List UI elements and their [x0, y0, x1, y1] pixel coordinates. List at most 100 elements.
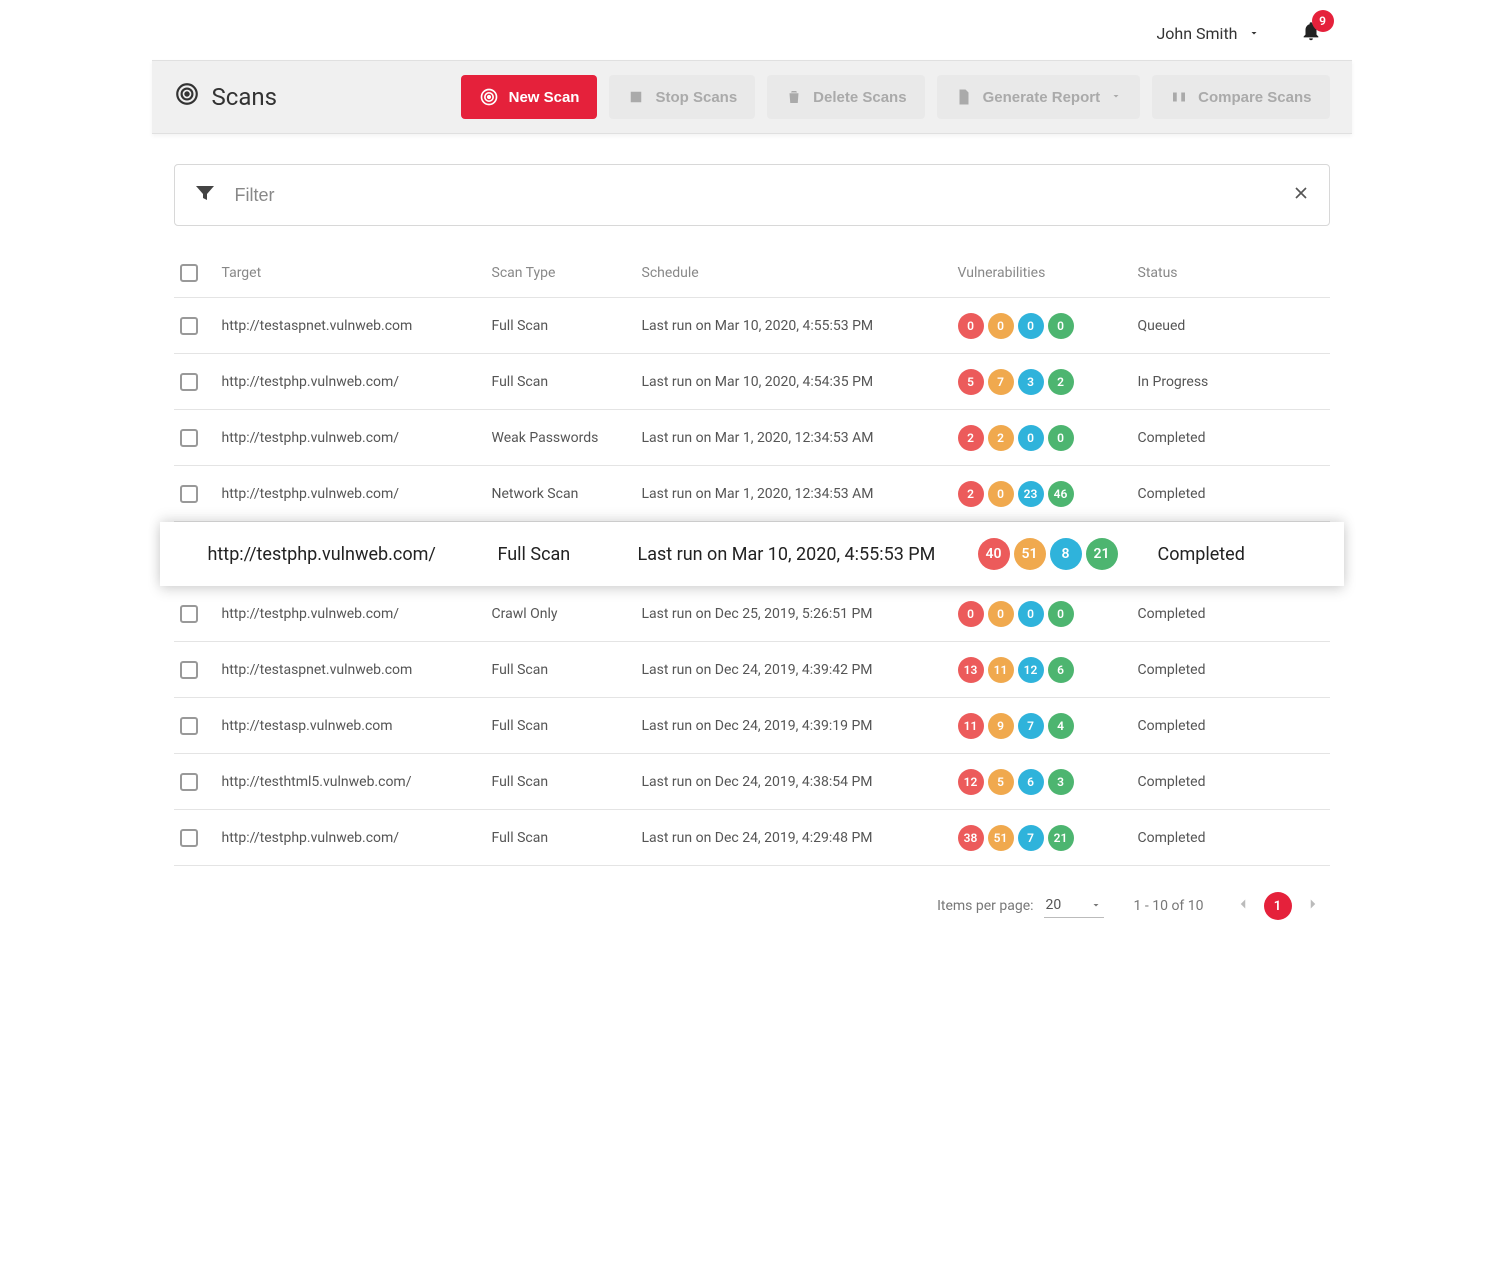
vulnerability-badges: 5732 [958, 369, 1138, 395]
close-icon[interactable] [1291, 183, 1311, 207]
row-checkbox[interactable] [180, 317, 198, 335]
scan-type: Full Scan [492, 830, 642, 846]
scan-target: http://testphp.vulnweb.com/ [222, 830, 492, 846]
vulnerability-badges: 0000 [958, 601, 1138, 627]
scan-type: Full Scan [492, 318, 642, 334]
scan-status: Completed [1138, 774, 1330, 790]
vuln-info-badge: 0 [1048, 425, 1074, 451]
scan-target: http://testphp.vulnweb.com/ [222, 486, 492, 502]
scan-target: http://testasp.vulnweb.com [222, 718, 492, 734]
items-per-page-select[interactable]: 20 [1044, 895, 1104, 918]
scan-schedule: Last run on Dec 24, 2019, 4:39:42 PM [642, 662, 958, 678]
vuln-medium-badge: 11 [988, 657, 1014, 683]
table-row[interactable]: http://testaspnet.vulnweb.comFull ScanLa… [174, 642, 1330, 698]
scan-status: Completed [1138, 830, 1330, 846]
table-row[interactable]: http://testphp.vulnweb.com/Crawl OnlyLas… [174, 586, 1330, 642]
row-checkbox[interactable] [180, 429, 198, 447]
vuln-low-badge: 0 [1018, 425, 1044, 451]
vuln-low-badge: 0 [1018, 601, 1044, 627]
vuln-high-badge: 5 [958, 369, 984, 395]
scan-type: Weak Passwords [492, 430, 642, 446]
vuln-low-badge: 12 [1018, 657, 1044, 683]
vuln-medium-badge: 51 [988, 825, 1014, 851]
delete-scans-button[interactable]: Delete Scans [767, 75, 924, 119]
scan-schedule: Last run on Dec 24, 2019, 4:38:54 PM [642, 774, 958, 790]
vuln-low-badge: 23 [1018, 481, 1044, 507]
vuln-info-badge: 4 [1048, 713, 1074, 739]
row-checkbox[interactable] [180, 717, 198, 735]
table-row[interactable]: http://testasp.vulnweb.comFull ScanLast … [174, 698, 1330, 754]
next-page-button[interactable] [1304, 895, 1322, 917]
prev-page-button[interactable] [1234, 895, 1252, 917]
table-row[interactable]: http://testaspnet.vulnweb.comFull ScanLa… [174, 298, 1330, 354]
compare-icon [1170, 88, 1188, 106]
vuln-high-badge: 11 [958, 713, 984, 739]
scan-target: http://testhtml5.vulnweb.com/ [222, 774, 492, 790]
vuln-low-badge: 3 [1018, 369, 1044, 395]
scan-target: http://testphp.vulnweb.com/ [208, 544, 498, 565]
scan-schedule: Last run on Mar 10, 2020, 4:55:53 PM [642, 318, 958, 334]
vuln-info-badge: 3 [1048, 769, 1074, 795]
vuln-info-badge: 2 [1048, 369, 1074, 395]
compare-scans-button[interactable]: Compare Scans [1152, 75, 1329, 119]
vuln-low-badge: 6 [1018, 769, 1044, 795]
scan-status: Queued [1138, 318, 1330, 334]
vuln-high-badge: 0 [958, 313, 984, 339]
vulnerability-badges: 0000 [958, 313, 1138, 339]
scan-type: Full Scan [492, 662, 642, 678]
scan-schedule: Last run on Mar 1, 2020, 12:34:53 AM [642, 486, 958, 502]
table-row[interactable]: http://testphp.vulnweb.com/Network ScanL… [174, 466, 1330, 522]
document-icon [955, 88, 973, 106]
vuln-info-badge: 6 [1048, 657, 1074, 683]
stop-icon [627, 88, 645, 106]
vuln-high-badge: 38 [958, 825, 984, 851]
column-status[interactable]: Status [1138, 265, 1330, 281]
row-checkbox[interactable] [180, 773, 198, 791]
vulnerability-badges: 1311126 [958, 657, 1138, 683]
vuln-high-badge: 40 [978, 538, 1010, 570]
row-checkbox[interactable] [180, 605, 198, 623]
column-target[interactable]: Target [222, 265, 492, 281]
column-scan-type[interactable]: Scan Type [492, 265, 642, 281]
notifications-button[interactable]: 9 [1300, 20, 1322, 46]
vuln-high-badge: 0 [958, 601, 984, 627]
scan-status: Completed [1138, 718, 1330, 734]
row-checkbox[interactable] [180, 485, 198, 503]
current-page[interactable]: 1 [1264, 892, 1292, 920]
vuln-low-badge: 7 [1018, 713, 1044, 739]
column-vulnerabilities[interactable]: Vulnerabilities [958, 265, 1138, 281]
stop-scans-button[interactable]: Stop Scans [609, 75, 755, 119]
table-row[interactable]: http://testphp.vulnweb.com/Full ScanLast… [174, 810, 1330, 866]
scan-schedule: Last run on Dec 24, 2019, 4:29:48 PM [642, 830, 958, 846]
row-checkbox[interactable] [180, 829, 198, 847]
table-row[interactable]: http://testhtml5.vulnweb.com/Full ScanLa… [174, 754, 1330, 810]
trash-icon [785, 88, 803, 106]
vuln-medium-badge: 51 [1014, 538, 1046, 570]
table-row[interactable]: http://testphp.vulnweb.com/Weak Password… [174, 410, 1330, 466]
select-all-checkbox[interactable] [180, 264, 198, 282]
row-checkbox[interactable] [180, 373, 198, 391]
column-schedule[interactable]: Schedule [642, 265, 958, 281]
scan-target: http://testaspnet.vulnweb.com [222, 318, 492, 334]
vulnerability-badges: 4051821 [978, 538, 1158, 570]
scan-target: http://testphp.vulnweb.com/ [222, 374, 492, 390]
row-checkbox[interactable] [180, 661, 198, 679]
scan-status: Completed [1138, 430, 1330, 446]
scan-schedule: Last run on Dec 25, 2019, 5:26:51 PM [642, 606, 958, 622]
vuln-low-badge: 7 [1018, 825, 1044, 851]
chevron-down-icon [1110, 89, 1122, 106]
vuln-medium-badge: 0 [988, 481, 1014, 507]
vuln-medium-badge: 7 [988, 369, 1014, 395]
table-row[interactable]: http://testphp.vulnweb.com/Full ScanLast… [160, 522, 1344, 586]
scan-schedule: Last run on Mar 1, 2020, 12:34:53 AM [642, 430, 958, 446]
generate-report-button[interactable]: Generate Report [937, 75, 1141, 119]
user-name: John Smith [1156, 24, 1237, 43]
filter-input[interactable] [235, 185, 1273, 206]
vulnerability-badges: 3851721 [958, 825, 1138, 851]
new-scan-button[interactable]: New Scan [461, 75, 598, 119]
scan-schedule: Last run on Dec 24, 2019, 4:39:19 PM [642, 718, 958, 734]
scan-type: Network Scan [492, 486, 642, 502]
table-row[interactable]: http://testphp.vulnweb.com/Full ScanLast… [174, 354, 1330, 410]
vuln-medium-badge: 5 [988, 769, 1014, 795]
user-menu[interactable]: John Smith [1156, 24, 1259, 43]
